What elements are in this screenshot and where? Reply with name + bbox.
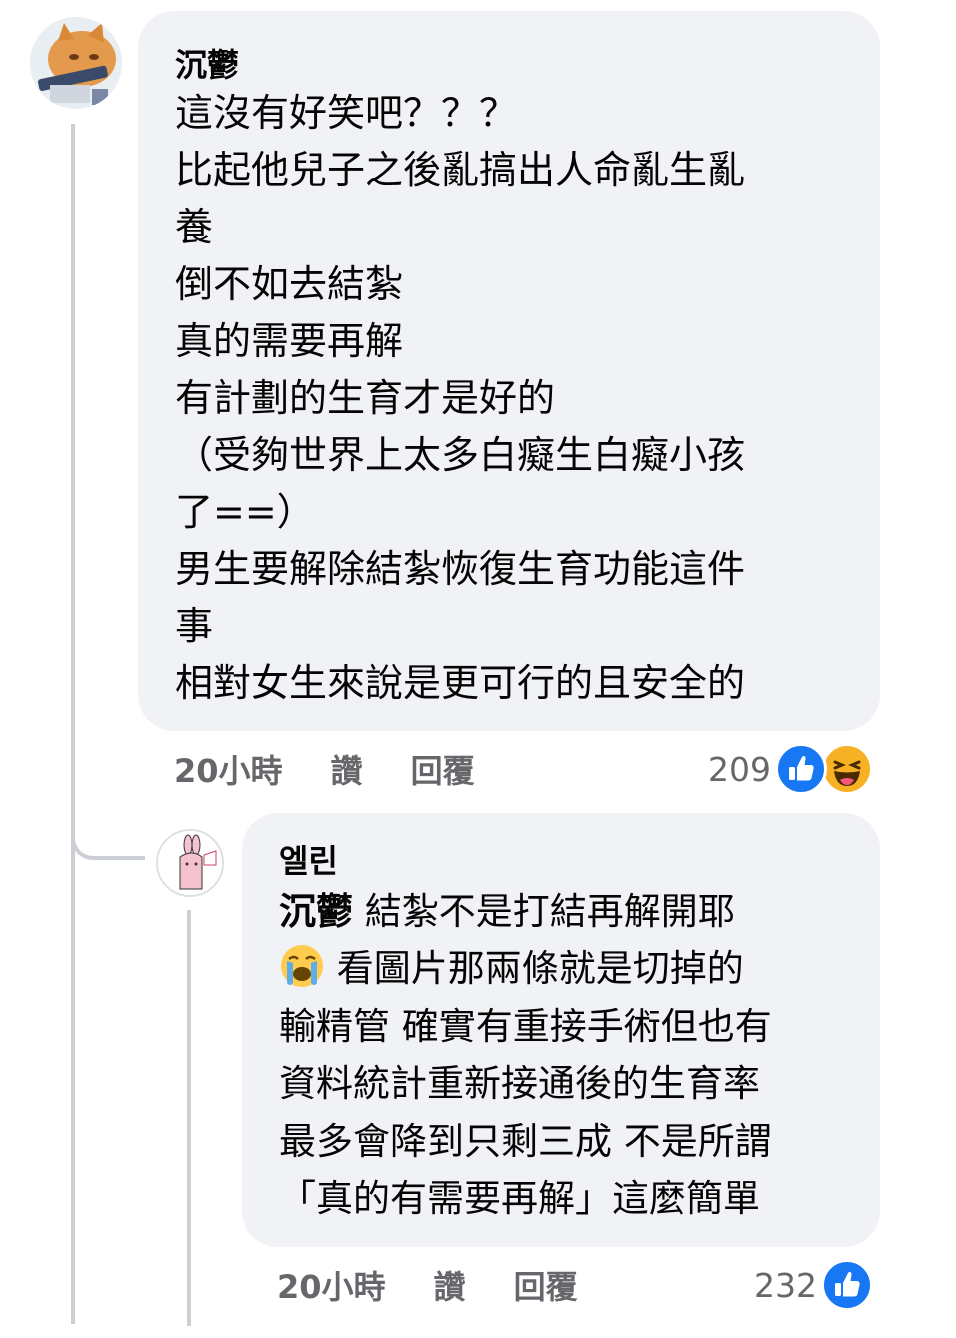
like-icon [821,1259,873,1311]
reply-body: 沉鬱 結紮不是打結再解開耶 看圖片那兩條就是切掉的 輸精管 確實有重接手術但也有… [279,883,880,1227]
reply-button[interactable]: 回覆 [411,746,475,792]
comment-line: 真的需要再解 [175,319,404,363]
comment-line: 比起他兒子之後亂搞出人命亂生亂 [175,148,746,192]
reply-reply-button[interactable]: 回覆 [514,1262,578,1308]
reply-reaction-count: 232 [754,1265,817,1305]
like-button[interactable]: 讚 [331,746,363,792]
comment-line: 相對女生來說是更可行的且安全的 [175,661,746,705]
reply-avatar[interactable] [156,829,224,897]
reply-line: 看圖片那兩條就是切掉的 [279,940,880,997]
reaction-count: 209 [708,749,771,789]
reply-line: 輸精管 確實有重接手術但也有 [279,1004,772,1048]
reaction-summary[interactable]: 209 [708,741,873,797]
mention-link[interactable]: 沉鬱 [279,890,353,933]
thread-line-curve [71,830,145,860]
comment-line: 了==） [175,490,315,534]
comment-line: （受夠世界上太多白癡生白癡小孩 [175,433,746,477]
comment-line: 男生要解除結紮恢復生育功能這件 [175,547,746,591]
comment-line: 倒不如去結紮 [175,262,404,306]
cat-avatar-icon [30,17,122,109]
comment-line: 事 [175,604,214,648]
reply-author[interactable]: 엘린 [279,837,880,885]
comment-author[interactable]: 沉鬱 [175,41,880,89]
reply-line: 「真的有需要再解」這麼簡單 [279,1177,760,1221]
avatar[interactable] [30,17,122,109]
reply-like-button[interactable]: 讚 [434,1262,466,1308]
comment-bubble: 沉鬱 這沒有好笑吧？？？ 比起他兒子之後亂搞出人命亂生亂 養 倒不如去結紮 真的… [138,11,880,731]
thread-line-reply [187,910,191,1326]
like-icon [775,743,827,795]
rabbit-avatar-icon [158,831,222,895]
reply-actions: 20小時 讚 回覆 [277,1261,578,1309]
reply-text: 看圖片那兩條就是切掉的 [325,947,744,991]
reply-line: 最多會降到只剩三成 不是所謂 [279,1119,772,1163]
thread-line-main [71,124,75,1324]
reply-reaction-summary[interactable]: 232 [754,1257,873,1313]
reply-timestamp[interactable]: 20小時 [277,1262,386,1308]
reply-line: 沉鬱 結紮不是打結再解開耶 [279,883,880,940]
comment-line: 這沒有好笑吧？？？ [175,91,518,135]
comment-actions: 20小時 讚 回覆 [174,745,475,793]
comment-line: 有計劃的生育才是好的 [175,376,556,420]
haha-icon [821,743,873,795]
crying-face-icon [279,943,325,989]
comment-timestamp[interactable]: 20小時 [174,746,283,792]
reply-text: 結紮不是打結再解開耶 [353,890,735,933]
reply-line: 資料統計重新接通後的生育率 [279,1062,760,1106]
comment-line: 養 [175,205,214,249]
reply-bubble: 엘린 沉鬱 結紮不是打結再解開耶 看圖片那兩條就是切掉的 輸精管 確實有重接手術… [242,813,880,1247]
comment-body: 這沒有好笑吧？？？ 比起他兒子之後亂搞出人命亂生亂 養 倒不如去結紮 真的需要再… [175,85,880,712]
